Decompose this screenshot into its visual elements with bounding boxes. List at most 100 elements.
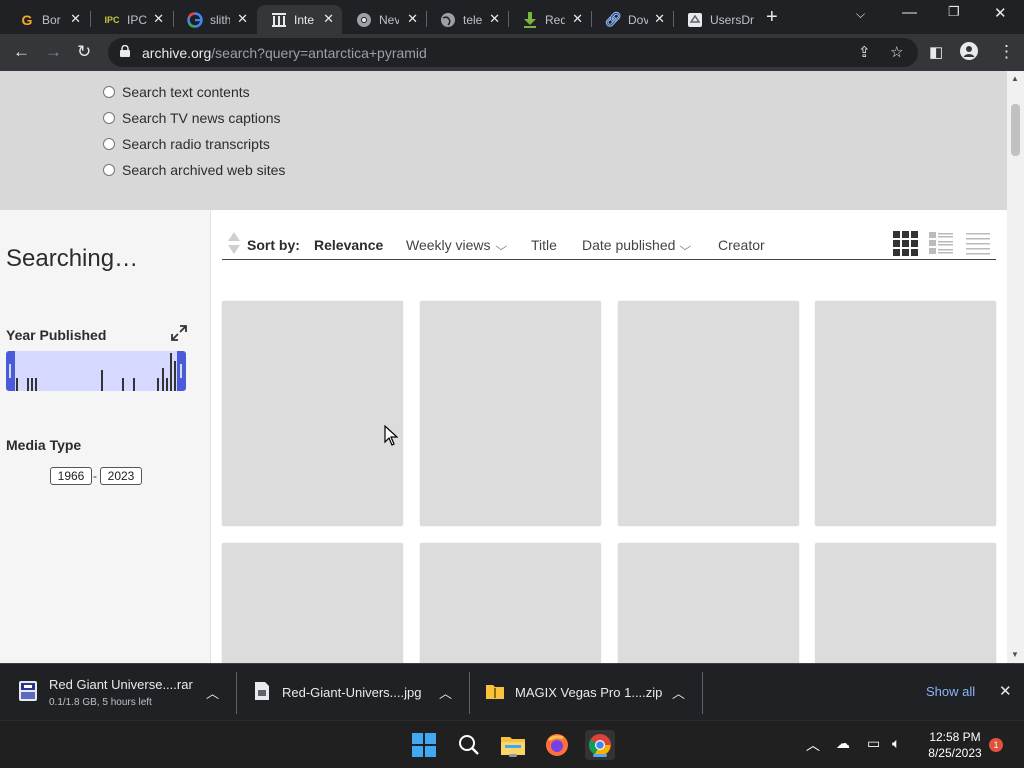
- rar-archive-icon: [19, 681, 37, 701]
- sort-creator[interactable]: Creator: [718, 237, 765, 253]
- scroll-down-icon[interactable]: ▼: [1011, 650, 1019, 659]
- globe-icon: [440, 12, 456, 28]
- tab-1[interactable]: G Bor ✕: [5, 5, 89, 34]
- close-icon[interactable]: ✕: [572, 12, 583, 26]
- system-clock[interactable]: 12:58 PM 8/25/2023: [922, 729, 988, 761]
- close-icon[interactable]: ✕: [489, 12, 500, 26]
- share-icon[interactable]: ⇪: [858, 43, 871, 61]
- lock-icon[interactable]: [120, 45, 130, 57]
- result-tile-placeholder[interactable]: [420, 301, 601, 526]
- range-handle-max[interactable]: [177, 351, 186, 391]
- restore-icon[interactable]: ❐: [948, 4, 960, 20]
- side-panel-icon[interactable]: ◧: [929, 43, 943, 63]
- network-icon[interactable]: ▭: [867, 735, 880, 752]
- mouse-cursor-icon: [384, 425, 398, 446]
- tile-view-icon[interactable]: [892, 230, 918, 256]
- close-icon[interactable]: ✕: [654, 12, 665, 26]
- option-search-archived-web-sites[interactable]: Search archived web sites: [103, 162, 285, 178]
- tab-3[interactable]: slith ✕: [173, 5, 256, 34]
- close-icon[interactable]: ✕: [323, 12, 334, 26]
- chrome-taskbar-icon[interactable]: [585, 730, 615, 760]
- sort-date-published[interactable]: Date published ⌵: [582, 237, 691, 254]
- address-bar[interactable]: archive.org/search?query=antarctica+pyra…: [108, 38, 918, 67]
- option-search-text-contents[interactable]: Search text contents: [103, 84, 250, 100]
- radio-button[interactable]: [103, 86, 115, 98]
- browser-tab-strip: G Bor ✕ IPC IPC ✕ slith ✕ Inte ✕ Nev ✕ t…: [0, 0, 1024, 34]
- notification-badge[interactable]: 1: [989, 738, 1003, 752]
- show-hidden-icons-chevron[interactable]: ︿: [806, 735, 820, 755]
- close-icon[interactable]: ✕: [153, 12, 164, 26]
- sort-title[interactable]: Title: [531, 237, 557, 253]
- range-handle-min[interactable]: [6, 351, 15, 391]
- tab-search-chevron-icon[interactable]: ⌵: [856, 7, 865, 22]
- result-tile-placeholder[interactable]: [618, 301, 799, 526]
- close-icon[interactable]: ✕: [407, 12, 418, 26]
- chevron-up-icon[interactable]: ︿: [672, 683, 685, 702]
- g-letter-icon: G: [21, 11, 33, 28]
- window-close-icon[interactable]: ✕: [994, 4, 1007, 22]
- result-tile-placeholder[interactable]: [618, 543, 799, 663]
- compact-list-view-icon[interactable]: [965, 230, 991, 256]
- result-tile-placeholder[interactable]: [815, 543, 996, 663]
- chevron-down-icon: ⌵: [494, 241, 507, 253]
- show-all-downloads-link[interactable]: Show all: [926, 684, 975, 699]
- menu-kebab-icon[interactable]: ⋮: [998, 42, 1015, 62]
- firefox-icon[interactable]: [542, 730, 572, 760]
- download-item-2[interactable]: Red-Giant-Univers....jpg ︿: [237, 664, 469, 721]
- bookmark-star-icon[interactable]: ☆: [890, 43, 903, 61]
- file-explorer-icon[interactable]: [498, 730, 528, 760]
- reload-icon[interactable]: ↻: [77, 42, 91, 62]
- back-arrow-icon[interactable]: ←: [13, 42, 30, 62]
- chevron-up-icon[interactable]: ︿: [206, 683, 219, 702]
- result-tile-placeholder[interactable]: [815, 301, 996, 526]
- sort-relevance[interactable]: Relevance: [314, 237, 383, 253]
- option-search-radio-transcripts[interactable]: Search radio transcripts: [103, 136, 270, 152]
- download-item-1[interactable]: Red Giant Universe....rar 0.1/1.8 GB, 5 …: [0, 664, 236, 721]
- scroll-up-icon[interactable]: ▲: [1011, 74, 1019, 83]
- archive-search-page: Search text contents Search TV news capt…: [0, 71, 1007, 663]
- sort-by-label: Sort by:: [247, 237, 300, 253]
- volume-icon[interactable]: 🔈︎: [892, 735, 900, 752]
- search-icon[interactable]: [454, 730, 484, 760]
- tab-4-active[interactable]: Inte ✕: [257, 5, 342, 34]
- expand-icon[interactable]: [171, 325, 187, 341]
- scrollbar-thumb[interactable]: [1011, 104, 1020, 156]
- tab-6[interactable]: tele ✕: [426, 5, 508, 34]
- tab-7[interactable]: Red ✕: [508, 5, 591, 34]
- tab-8[interactable]: 🔗︎ Dov ✕: [591, 5, 673, 34]
- tab-5[interactable]: Nev ✕: [342, 5, 426, 34]
- sort-direction-icon[interactable]: [227, 232, 241, 254]
- minimize-icon[interactable]: —: [902, 4, 917, 21]
- sort-bar: Sort by: Relevance Weekly views ⌵ Title D…: [222, 210, 996, 260]
- url-text[interactable]: archive.org/search?query=antarctica+pyra…: [142, 45, 427, 61]
- download-progress-text: 0.1/1.8 GB, 5 hours left: [49, 697, 152, 708]
- result-tile-placeholder[interactable]: [222, 301, 403, 526]
- option-search-tv-captions[interactable]: Search TV news captions: [103, 110, 281, 126]
- result-tile-placeholder[interactable]: [420, 543, 601, 663]
- new-tab-button[interactable]: +: [766, 6, 778, 28]
- radio-button[interactable]: [103, 138, 115, 150]
- download-filename: Red Giant Universe....rar: [49, 677, 193, 692]
- radio-button[interactable]: [103, 164, 115, 176]
- tab-2[interactable]: IPC IPC ✕: [90, 5, 172, 34]
- forward-arrow-icon[interactable]: →: [45, 42, 62, 62]
- list-detail-view-icon[interactable]: [928, 230, 954, 256]
- tab-9[interactable]: UsersDr: [673, 5, 759, 34]
- windows-start-icon[interactable]: [409, 730, 439, 760]
- year-min-input[interactable]: 1966: [50, 467, 92, 485]
- profile-avatar-icon[interactable]: [960, 42, 978, 65]
- year-histogram[interactable]: [6, 351, 186, 391]
- onedrive-offline-icon[interactable]: ☁: [836, 735, 850, 752]
- year-max-input[interactable]: 2023: [100, 467, 142, 485]
- sort-weekly-views[interactable]: Weekly views ⌵: [406, 237, 507, 254]
- download-filename: MAGIX Vegas Pro 1....zip: [515, 685, 663, 700]
- chevron-up-icon[interactable]: ︿: [439, 683, 452, 702]
- download-item-3[interactable]: MAGIX Vegas Pro 1....zip ︿: [470, 664, 702, 721]
- tab-title: Red: [545, 12, 565, 27]
- close-downloads-icon[interactable]: ✕: [999, 682, 1012, 700]
- result-tile-placeholder[interactable]: [222, 543, 403, 663]
- close-icon[interactable]: ✕: [70, 12, 81, 26]
- close-icon[interactable]: ✕: [237, 12, 248, 26]
- page-scrollbar[interactable]: ▲ ▼: [1007, 71, 1024, 663]
- radio-button[interactable]: [103, 112, 115, 124]
